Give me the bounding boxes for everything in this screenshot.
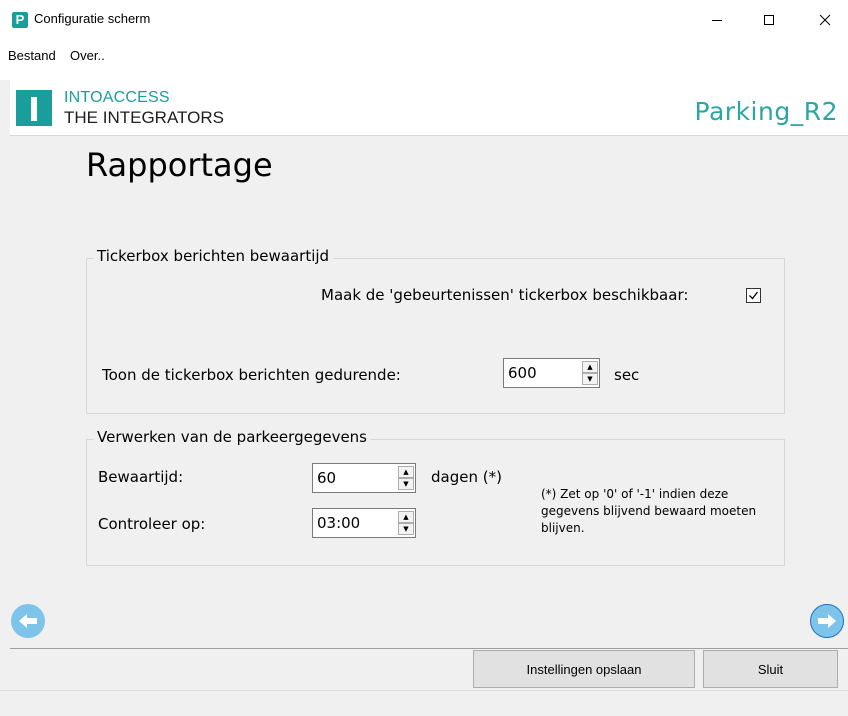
retention-unit: dagen (*) <box>431 468 502 486</box>
logo-tagline: THE INTEGRATORS <box>64 108 224 127</box>
retention-label: Bewaartijd: <box>98 468 184 486</box>
retention-stepper[interactable]: ▲ ▼ <box>312 463 416 493</box>
logo-bar <box>31 97 37 121</box>
tickerbox-duration-input[interactable] <box>504 359 582 387</box>
minimize-icon <box>712 20 722 21</box>
tickerbox-group <box>86 258 785 414</box>
arrow-right-circle-icon <box>818 614 836 628</box>
check-time-input[interactable] <box>313 509 398 537</box>
tickerbox-duration-unit: sec <box>614 366 640 384</box>
close-button[interactable]: Sluit <box>703 650 838 688</box>
tickerbox-duration-label: Toon de tickerbox berichten gedurende: <box>102 366 401 384</box>
spin-up-button[interactable]: ▲ <box>582 361 598 373</box>
tickerbox-enable-checkbox[interactable] <box>746 288 761 303</box>
page-title: Rapportage <box>86 146 273 184</box>
tickerbox-duration-stepper[interactable]: ▲ ▼ <box>503 358 600 388</box>
retention-note: (*) Zet op '0' of '-1' indien deze gegev… <box>541 487 757 535</box>
status-bar <box>0 690 848 716</box>
machine-name: Parking_R2 <box>694 97 838 126</box>
app-icon: P <box>12 12 28 28</box>
arrow-left-circle-icon <box>19 614 37 628</box>
save-settings-button[interactable]: Instellingen opslaan <box>473 650 695 688</box>
parking-data-group-legend: Verwerken van de parkeergegevens <box>93 428 371 446</box>
nav-forward-button[interactable] <box>810 604 844 638</box>
tickerbox-group-legend: Tickerbox berichten bewaartijd <box>93 247 334 265</box>
maximize-icon <box>764 15 774 25</box>
maximize-button[interactable] <box>746 0 792 40</box>
close-icon <box>819 14 831 26</box>
menu-item-bestand[interactable]: Bestand <box>8 48 56 63</box>
spin-up-button[interactable]: ▲ <box>398 511 414 523</box>
minimize-button[interactable] <box>694 0 740 40</box>
spin-up-button[interactable]: ▲ <box>398 466 414 478</box>
spin-down-button[interactable]: ▼ <box>582 373 598 385</box>
retention-input[interactable] <box>313 464 398 492</box>
menu-bar <box>0 40 848 80</box>
close-window-button[interactable] <box>802 0 848 40</box>
tickerbox-enable-label: Maak de 'gebeurtenissen' tickerbox besch… <box>321 286 689 304</box>
check-time-stepper[interactable]: ▲ ▼ <box>312 508 416 538</box>
check-time-label: Controleer op: <box>98 515 206 533</box>
nav-back-button[interactable] <box>11 604 45 638</box>
menu-item-over[interactable]: Over.. <box>70 48 105 63</box>
window-title: Configuratie scherm <box>34 11 151 26</box>
logo-company-name: INTOACCESS <box>64 89 170 106</box>
spin-down-button[interactable]: ▼ <box>398 523 414 535</box>
spin-down-button[interactable]: ▼ <box>398 478 414 490</box>
checkmark-icon <box>749 291 759 300</box>
